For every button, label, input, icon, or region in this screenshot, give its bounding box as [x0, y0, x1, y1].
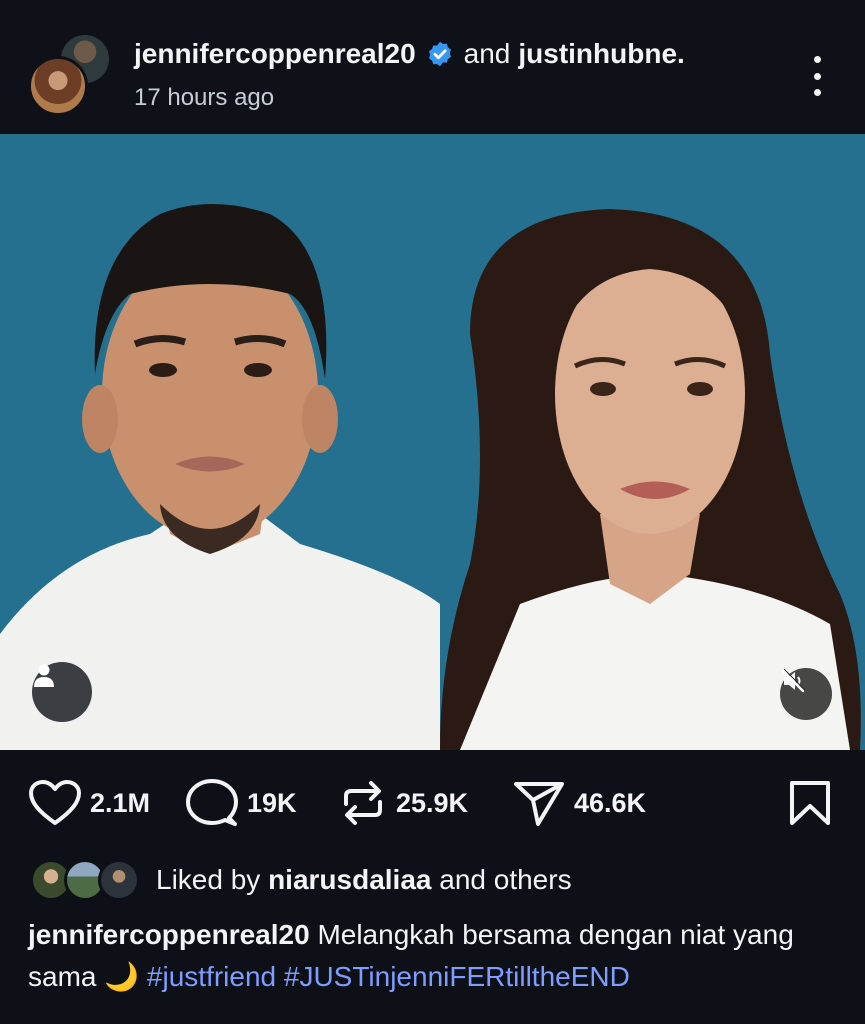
post-caption: jennifercoppenreal20 Melangkah bersama d… — [28, 914, 848, 998]
liked-by-user[interactable]: niarusdaliaa — [268, 864, 431, 895]
liked-by-text: Liked by niarusdaliaa and others — [156, 864, 572, 896]
heart-icon — [29, 780, 81, 825]
like-button[interactable]: 2.1M — [28, 778, 150, 828]
post-media[interactable] — [0, 134, 865, 750]
liked-by-prefix: Liked by — [156, 864, 261, 895]
mute-toggle-button[interactable] — [780, 668, 832, 720]
post-header: jennifercoppenreal20 and justinhubne. 17… — [0, 0, 865, 134]
action-bar: 2.1M 19K 25.9K 46.6K — [0, 750, 865, 858]
liker-avatar — [98, 859, 140, 901]
liker-avatars — [30, 857, 142, 903]
moon-emoji: 🌙 — [104, 961, 140, 992]
verified-badge-icon — [428, 41, 451, 67]
repost-button[interactable]: 25.9K — [338, 778, 468, 828]
and-text: and — [463, 38, 511, 69]
repost-icon — [344, 781, 382, 825]
repost-count: 25.9K — [396, 787, 469, 818]
like-count: 2.1M — [90, 787, 151, 818]
muted-speaker-icon — [781, 669, 805, 693]
share-icon — [514, 782, 564, 826]
share-button[interactable]: 46.6K — [512, 778, 646, 828]
author-username[interactable]: jennifercoppenreal20 — [134, 38, 416, 70]
hashtag-link[interactable]: #justfriend — [147, 961, 276, 992]
more-options-icon[interactable] — [802, 56, 832, 96]
tagged-people-button[interactable] — [32, 662, 92, 722]
liked-by-row[interactable]: Liked by niarusdaliaa and others — [30, 856, 572, 904]
bookmark-icon[interactable] — [788, 780, 832, 826]
post-image — [0, 204, 861, 750]
comment-count: 19K — [247, 787, 297, 818]
coauthor-username[interactable]: justinhubne. — [518, 38, 684, 70]
liked-by-suffix[interactable]: and others — [439, 864, 571, 895]
author-avatar[interactable] — [28, 56, 88, 116]
caption-username[interactable]: jennifercoppenreal20 — [28, 919, 310, 950]
comment-icon — [186, 779, 238, 826]
hashtag-link[interactable]: #JUSTinjenniFERtilltheEND — [284, 961, 630, 992]
author-line: jennifercoppenreal20 and justinhubne. — [134, 38, 685, 70]
share-count: 46.6K — [574, 787, 647, 818]
post-timestamp: 17 hours ago — [134, 84, 275, 111]
comment-button[interactable]: 19K — [185, 778, 297, 828]
author-avatars[interactable] — [28, 32, 140, 122]
person-tag-icon — [34, 664, 54, 687]
